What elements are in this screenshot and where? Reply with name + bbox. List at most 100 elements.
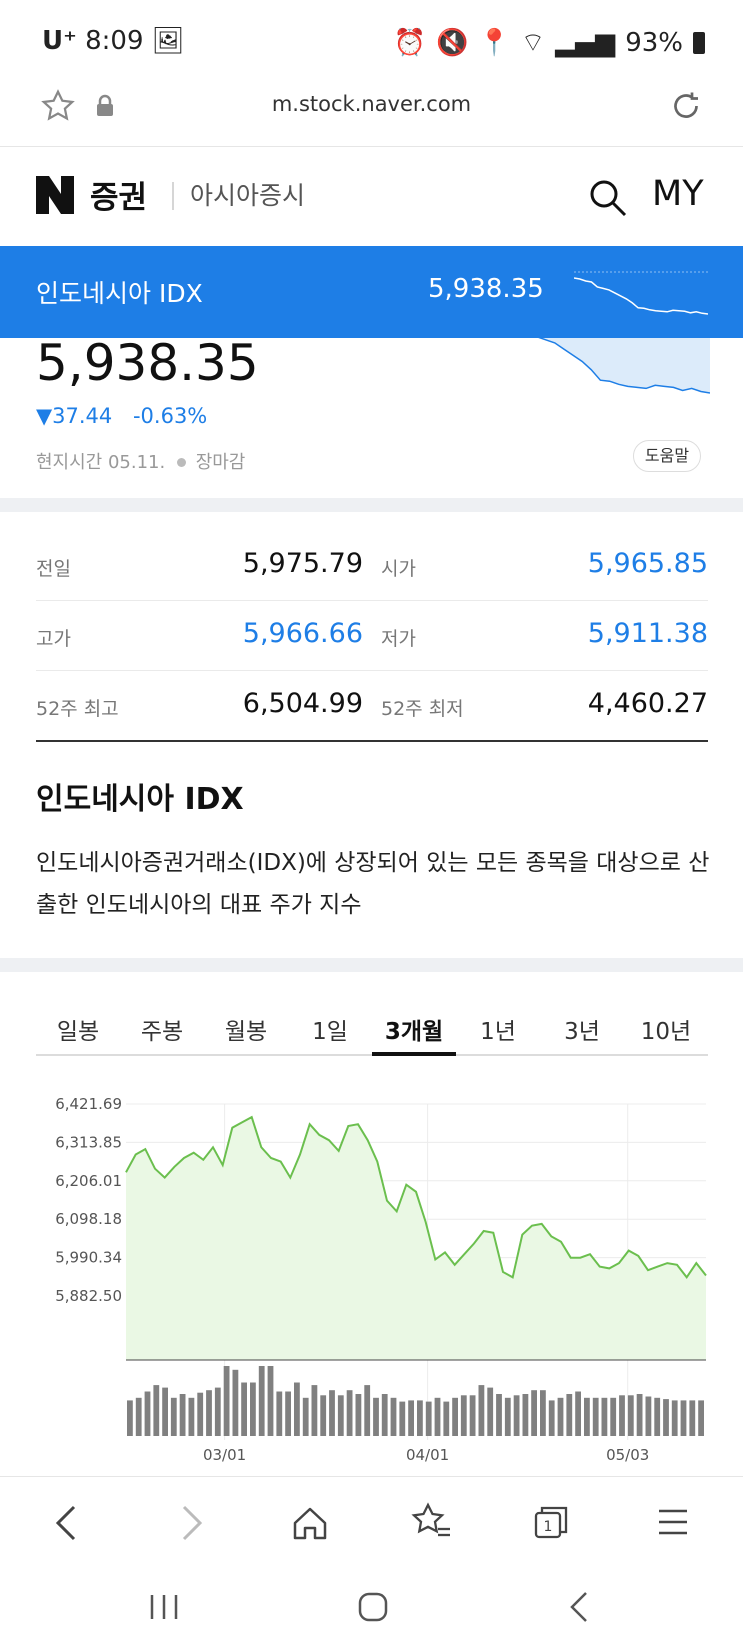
local-time-text: 현지시간 05.11. — [36, 452, 166, 473]
volume-bar — [223, 1366, 230, 1436]
market-status: 장마감 — [195, 452, 246, 473]
stat-value: 6,504.99 — [242, 688, 363, 719]
site-header: 증권 아시아증시 MY — [0, 146, 743, 246]
volume-bar — [170, 1397, 177, 1436]
volume-bar — [540, 1390, 546, 1436]
stat-label: 고가 — [36, 628, 71, 650]
tab-1year[interactable]: 1년 — [456, 1004, 540, 1054]
svg-text:1: 1 — [544, 1519, 553, 1535]
image-notification-icon: 🖼 — [151, 26, 185, 56]
volume-bar — [531, 1390, 537, 1436]
volume-bar — [127, 1400, 133, 1436]
stat-value: 4,460.27 — [587, 688, 708, 719]
tab-weekly[interactable]: 주봉 — [120, 1004, 204, 1054]
price-chart[interactable]: 6,421.69 6,313.85 6,206.01 6,098.18 5,990.34… — [0, 1080, 743, 1480]
system-nav-bar — [0, 1566, 743, 1651]
volume-bar — [294, 1382, 300, 1436]
my-button[interactable]: MY — [652, 174, 704, 214]
volume-bar — [698, 1400, 704, 1436]
home-button-icon[interactable] — [356, 1590, 390, 1624]
home-icon[interactable] — [290, 1503, 330, 1543]
current-price: 5,938.35 — [36, 334, 259, 392]
volume-bar — [188, 1397, 195, 1436]
stat-value: 5,965.85 — [587, 548, 708, 579]
section-divider — [0, 958, 743, 972]
price-change: ▼37.44 -0.63% — [36, 404, 207, 428]
search-icon[interactable] — [588, 178, 628, 218]
volume-bar — [689, 1400, 696, 1436]
location-icon: 📍 — [478, 27, 511, 58]
stat-row: 고가 5,966.66 저가 5,911.38 — [36, 600, 708, 670]
volume-bar — [355, 1394, 362, 1436]
tabs-icon[interactable]: 1 — [532, 1503, 572, 1543]
back-icon[interactable] — [52, 1503, 82, 1543]
volume-bar — [627, 1395, 634, 1436]
status-right: ⏰ 🔇 📍 ⌔ ▂▄▆ 93% — [394, 26, 705, 59]
stat-label: 전일 — [36, 558, 71, 580]
price-minichart-large — [538, 338, 710, 394]
volume-bar — [592, 1397, 599, 1436]
volume-bar — [214, 1387, 221, 1436]
volume-bar — [584, 1397, 590, 1436]
stat-row: 전일 5,975.79 시가 5,965.85 — [36, 530, 708, 600]
volume-bar — [645, 1396, 652, 1436]
x-tick-label: 03/01 — [203, 1446, 246, 1464]
volume-bars — [127, 1366, 704, 1436]
mute-icon: 🔇 — [436, 27, 469, 58]
status-left: U⁺ 8:09 🖼 — [42, 26, 185, 56]
tab-1day[interactable]: 1일 — [288, 1004, 372, 1054]
sticky-index-bar[interactable]: 인도네시아 IDX 5,938.35 — [0, 246, 743, 338]
volume-bar — [197, 1392, 204, 1436]
menu-icon[interactable] — [656, 1505, 690, 1539]
volume-bar — [654, 1397, 661, 1436]
down-arrow-icon: ▼ — [36, 404, 53, 428]
volume-bar — [434, 1397, 441, 1436]
bookmarks-icon[interactable] — [410, 1501, 454, 1545]
system-back-icon[interactable] — [566, 1590, 592, 1624]
volume-bar — [636, 1394, 643, 1436]
carrier-label: U⁺ — [42, 26, 77, 56]
reload-icon[interactable] — [668, 88, 704, 124]
recent-apps-icon[interactable] — [148, 1592, 180, 1622]
volume-bar — [162, 1387, 168, 1436]
stat-label: 52주 최저 — [381, 698, 464, 720]
y-tick-label: 6,313.85 — [55, 1133, 122, 1151]
tab-10years[interactable]: 10년 — [624, 1004, 708, 1054]
naver-logo-icon[interactable] — [36, 176, 74, 214]
url-text[interactable]: m.stock.naver.com — [0, 92, 743, 116]
signal-icon: ▂▄▆ — [555, 27, 616, 58]
tab-3years[interactable]: 3년 — [540, 1004, 624, 1054]
volume-bar — [496, 1394, 502, 1436]
volume-bar — [557, 1397, 564, 1436]
wifi-icon: ⌔ — [520, 28, 546, 58]
stat-row: 52주 최고 6,504.99 52주 최저 4,460.27 — [36, 670, 708, 740]
volume-bar — [206, 1390, 212, 1436]
tab-3months[interactable]: 3개월 — [372, 1004, 456, 1056]
forward-icon[interactable] — [176, 1503, 206, 1543]
volume-bar — [276, 1391, 283, 1436]
tab-monthly[interactable]: 월봉 — [204, 1004, 288, 1054]
volume-bar — [258, 1366, 265, 1436]
volume-bar — [487, 1387, 494, 1436]
volume-bar — [610, 1397, 617, 1436]
volume-bar — [373, 1397, 379, 1436]
volume-bar — [320, 1395, 327, 1436]
y-tick-label: 6,421.69 — [55, 1095, 122, 1113]
volume-bar — [566, 1394, 573, 1436]
tab-daily[interactable]: 일봉 — [36, 1004, 120, 1054]
help-button[interactable]: 도움말 — [633, 440, 701, 472]
section-divider — [0, 498, 743, 512]
volume-bar — [513, 1395, 520, 1436]
section-title[interactable]: 아시아증시 — [190, 176, 305, 212]
volume-bar — [241, 1382, 247, 1436]
sticky-index-name: 인도네시아 IDX — [36, 279, 203, 308]
brand-title[interactable]: 증권 — [90, 172, 147, 217]
browser-toolbar: 1 — [0, 1476, 743, 1567]
volume-bar — [425, 1401, 432, 1436]
volume-bar — [390, 1397, 397, 1436]
stats-bottom-border — [36, 740, 708, 742]
battery-icon — [693, 31, 705, 54]
stat-label: 52주 최고 — [36, 698, 119, 720]
volume-bar — [478, 1385, 485, 1436]
stat-label: 시가 — [381, 558, 416, 580]
